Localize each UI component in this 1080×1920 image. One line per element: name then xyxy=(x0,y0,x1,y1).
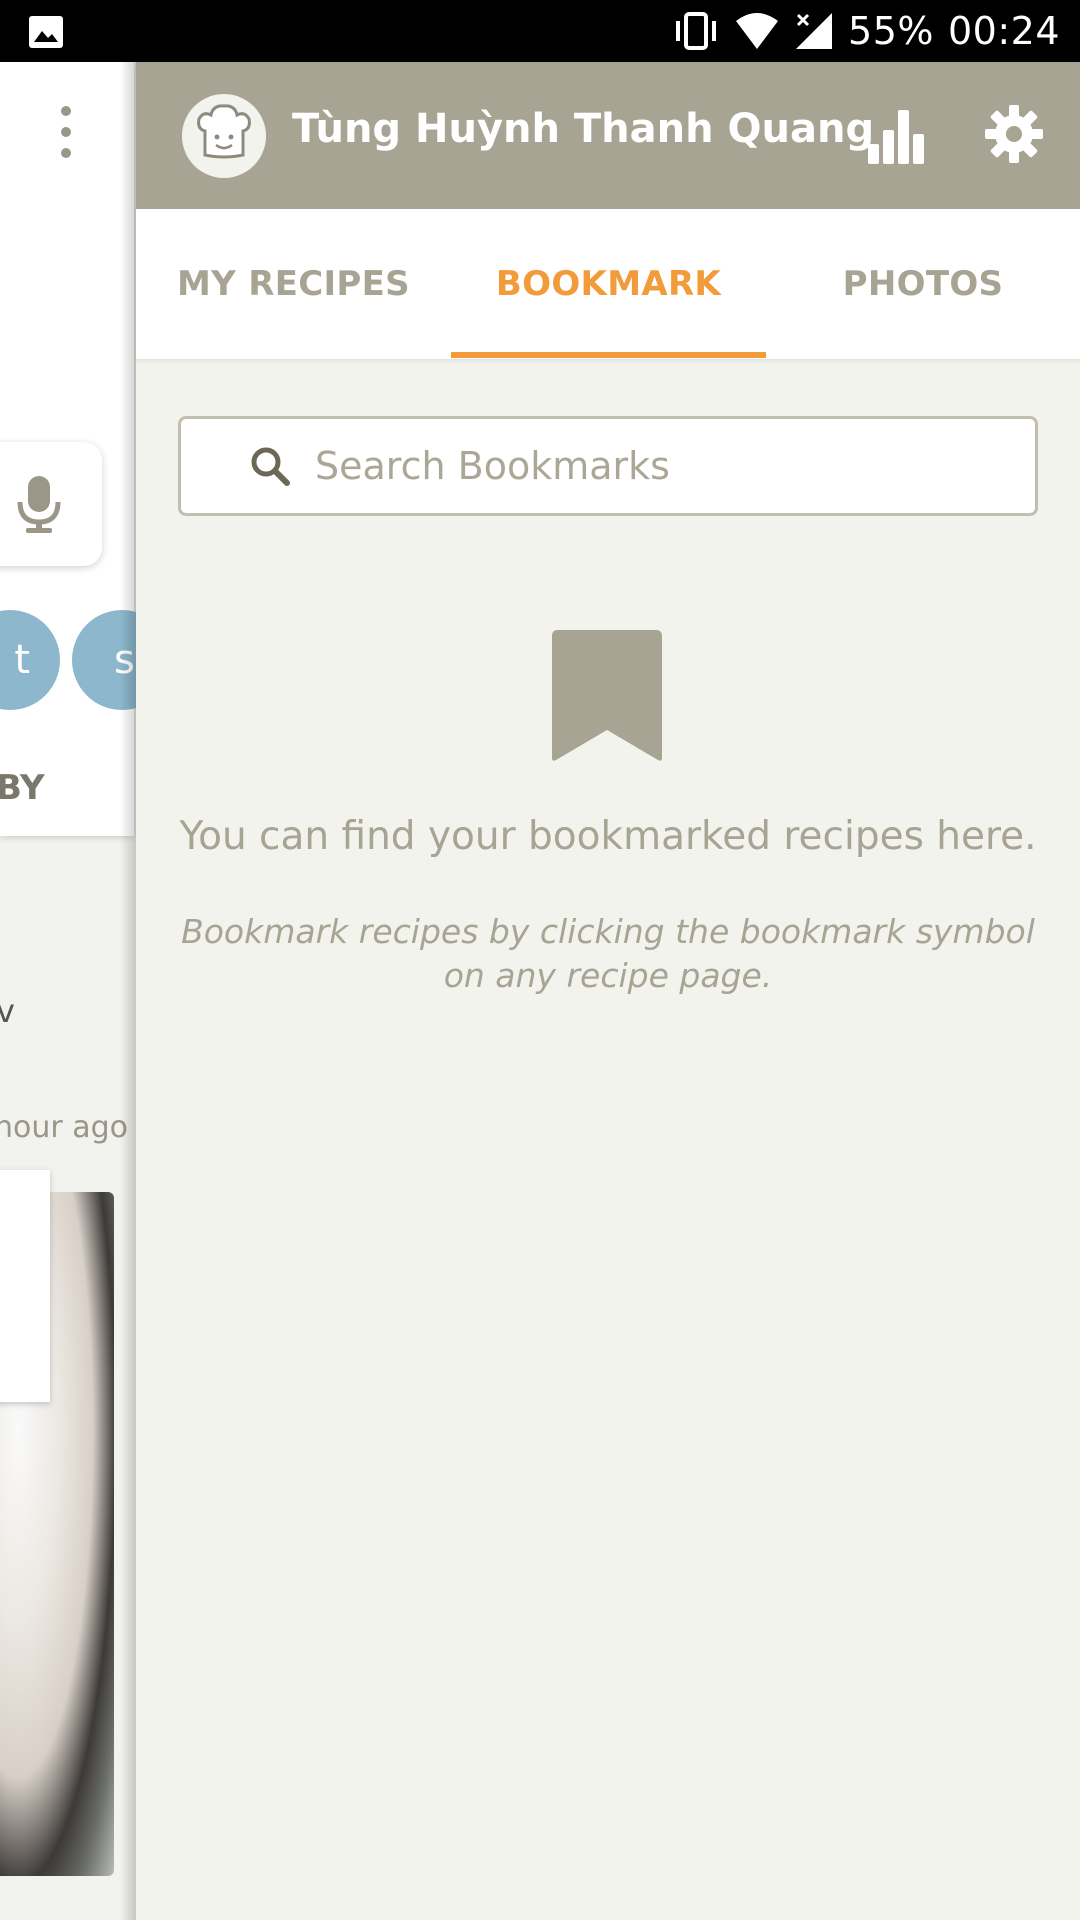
tab-bar: MY RECIPES BOOKMARK PHOTOS xyxy=(136,209,1080,359)
status-bar: 55% 00:24 xyxy=(0,0,1080,62)
background-app: t s BY v hour ago xyxy=(0,62,136,1920)
section-label: BY xyxy=(0,768,45,808)
chef-hat-icon xyxy=(197,104,251,159)
partial-text: v xyxy=(0,992,15,1030)
signal-icon xyxy=(796,13,833,49)
search-input[interactable] xyxy=(315,444,955,488)
empty-state-subtitle: Bookmark recipes by clicking the bookmar… xyxy=(181,912,1035,995)
bookmark-icon xyxy=(552,630,662,761)
search-bookmarks-field[interactable] xyxy=(178,416,1038,516)
tab-my-recipes[interactable]: MY RECIPES xyxy=(136,209,451,359)
avatar[interactable] xyxy=(182,94,266,178)
wifi-icon xyxy=(736,13,779,49)
vibrate-icon xyxy=(676,12,717,50)
empty-state-title: You can find your bookmarked recipes her… xyxy=(179,814,1037,859)
post-timestamp: hour ago xyxy=(0,1110,129,1145)
stats-icon[interactable] xyxy=(864,104,930,170)
search-icon xyxy=(251,447,290,486)
category-pill[interactable]: t xyxy=(0,610,60,710)
tab-photos[interactable]: PHOTOS xyxy=(766,209,1080,359)
microphone-icon[interactable] xyxy=(14,474,64,534)
profile-name[interactable]: Tùng Huỳnh Thanh Quang xyxy=(292,106,874,152)
drawer-header: Tùng Huỳnh Thanh Quang xyxy=(136,62,1080,209)
profile-drawer: Tùng Huỳnh Thanh Quang MY RECIPES BOOKMA… xyxy=(136,62,1080,1920)
active-tab-indicator xyxy=(451,352,766,358)
popup-card xyxy=(0,1170,50,1402)
category-pill-label: t xyxy=(14,637,30,683)
overflow-menu-icon[interactable] xyxy=(58,106,74,158)
drawer-shadow xyxy=(120,62,136,1920)
clock: 00:24 xyxy=(947,9,1060,53)
background-header-card: t s BY xyxy=(0,62,136,836)
gear-icon[interactable] xyxy=(984,104,1044,164)
battery-level: 55% xyxy=(848,9,934,53)
tab-bookmark[interactable]: BOOKMARK xyxy=(451,209,766,359)
gallery-icon xyxy=(29,16,63,48)
